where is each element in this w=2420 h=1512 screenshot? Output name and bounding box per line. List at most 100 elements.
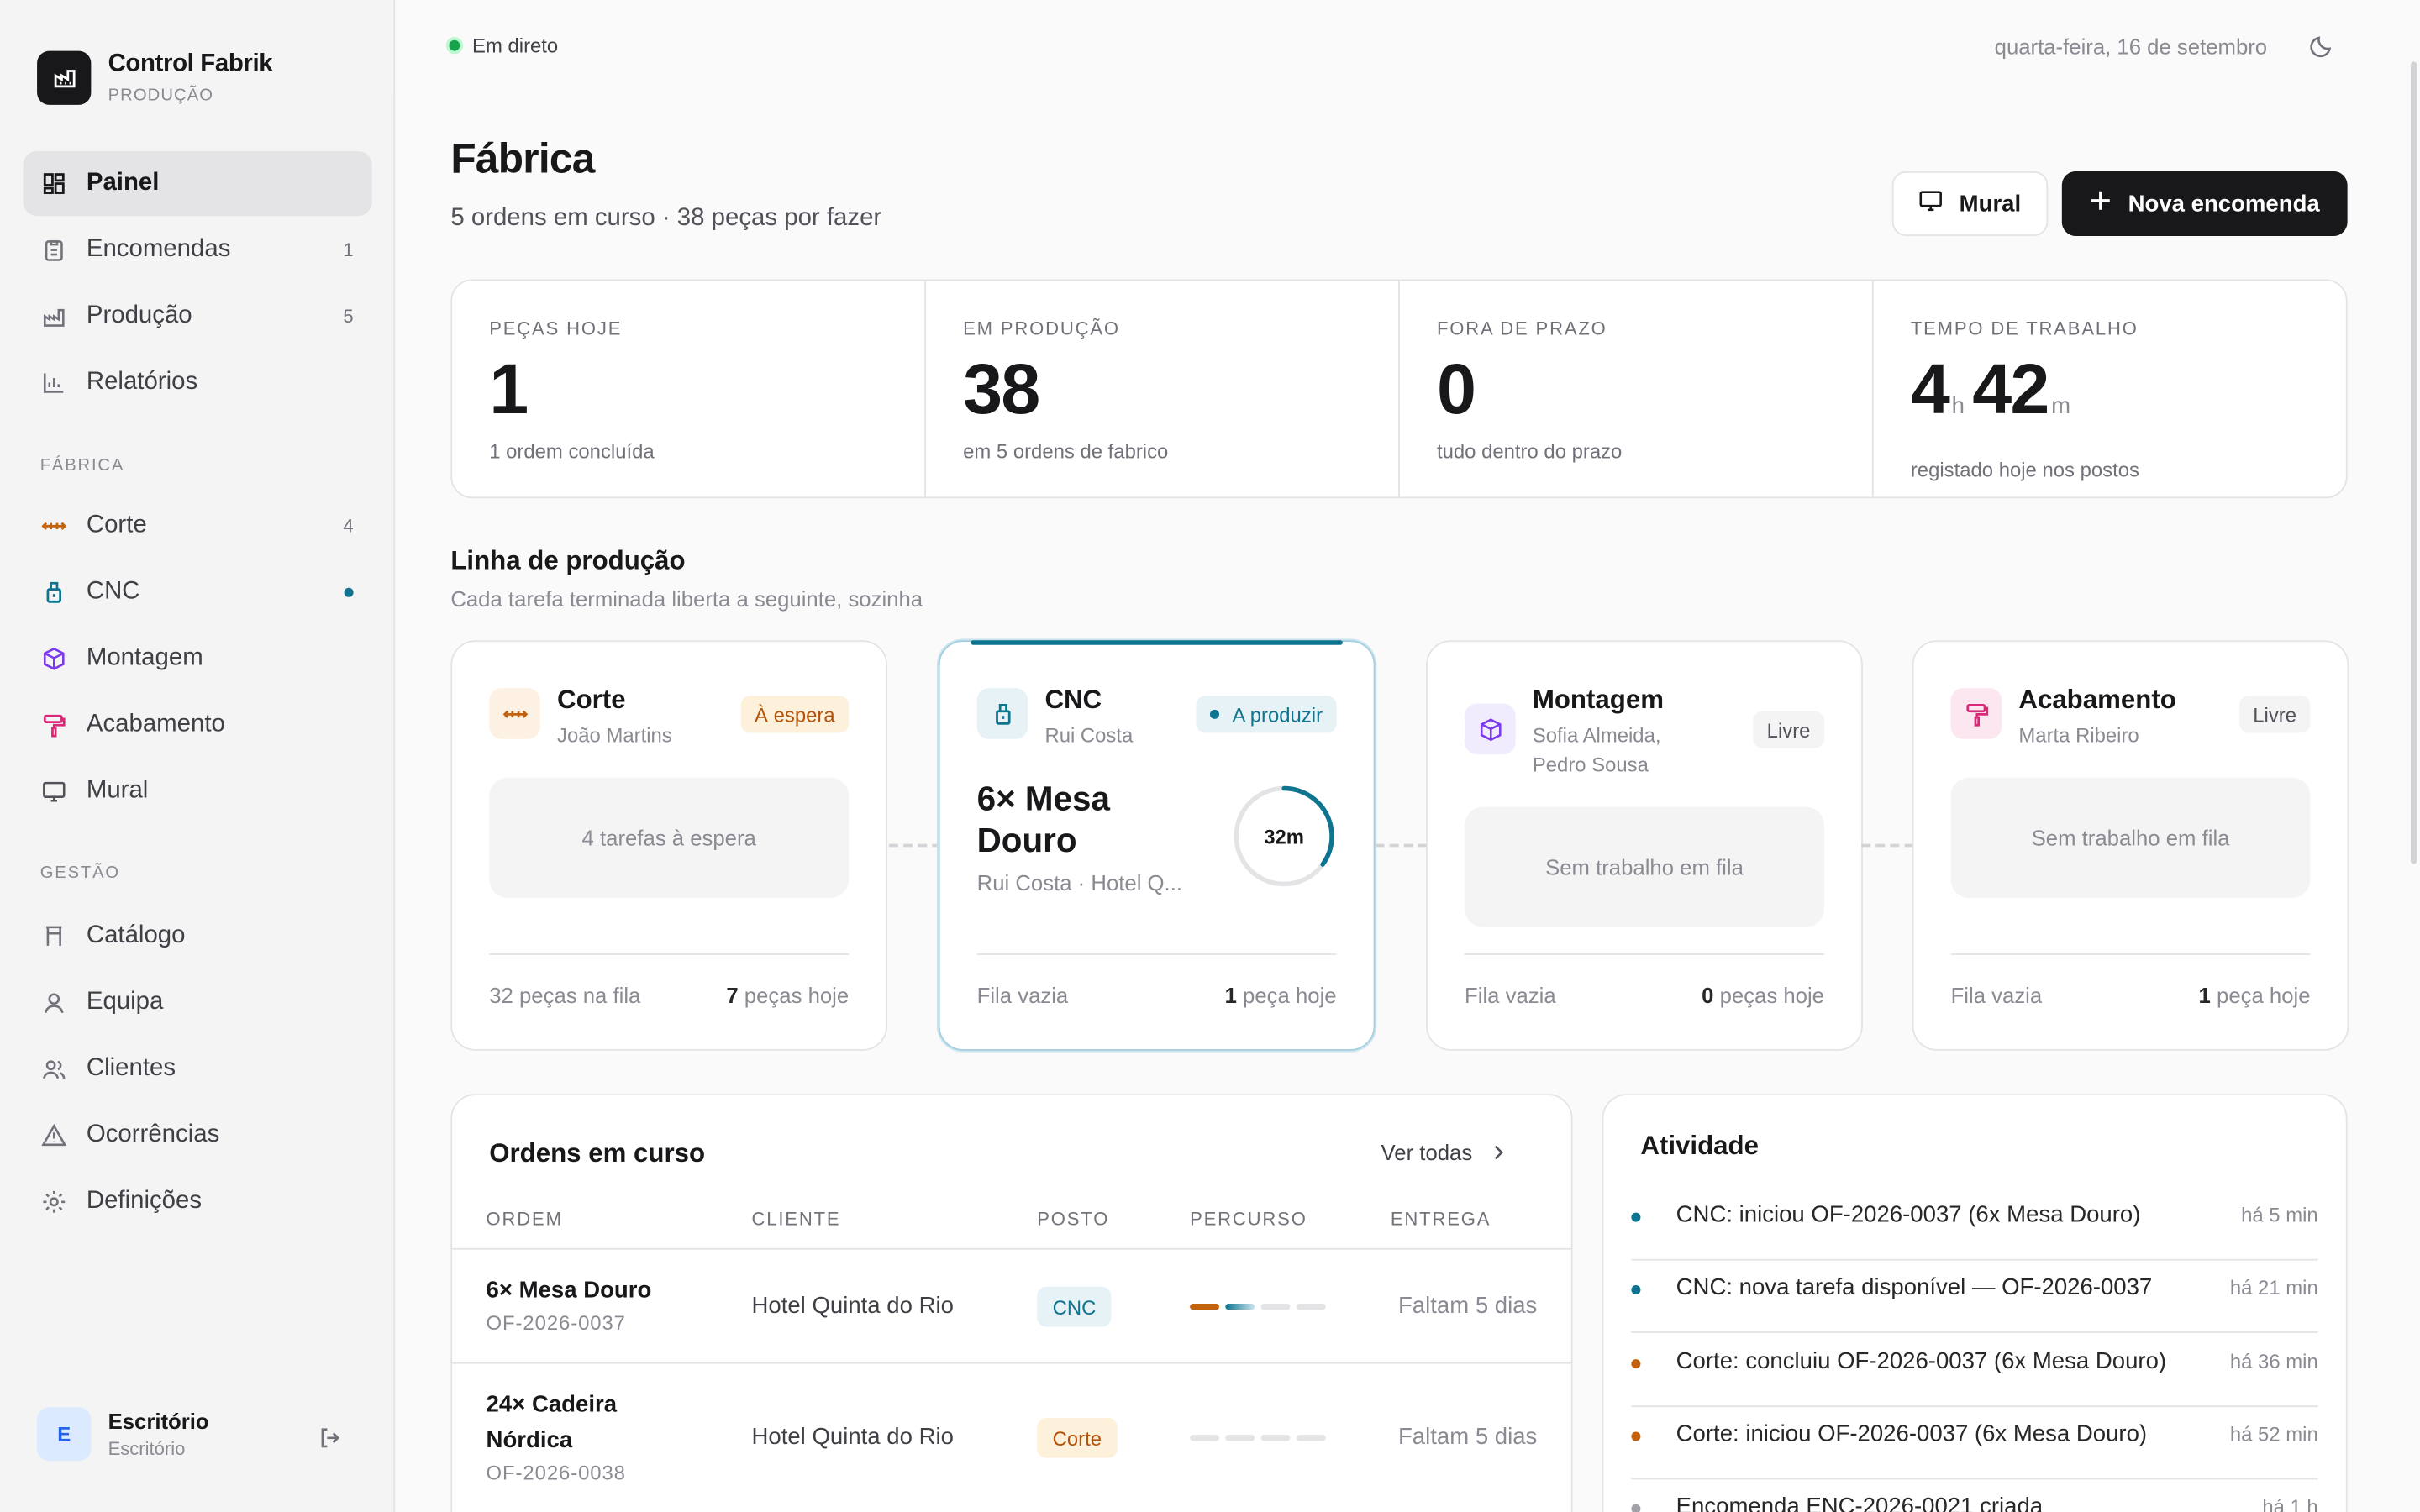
users-icon bbox=[42, 1057, 66, 1081]
pieces-today-label: peça hoje bbox=[1236, 982, 1337, 1008]
count-badge: 5 bbox=[343, 305, 354, 328]
activity-item[interactable]: CNC: nova tarefa disponível — OF-2026-00… bbox=[1631, 1261, 2318, 1333]
stat-value: 38 bbox=[963, 349, 1040, 429]
sidebar-item-label: Mural bbox=[86, 777, 149, 804]
route-step-pending bbox=[1190, 1435, 1219, 1441]
sidebar-item-montagem[interactable]: Montagem bbox=[24, 627, 372, 691]
current-date: quarta-feira, 16 de setembro bbox=[1994, 34, 2268, 59]
saw-icon bbox=[489, 688, 540, 739]
mural-button-label: Mural bbox=[1959, 190, 2022, 218]
sidebar-item-ocorrencias[interactable]: Ocorrências bbox=[24, 1103, 372, 1168]
activity-time: há 5 min bbox=[2241, 1203, 2318, 1227]
station-card-acabamento[interactable]: Acabamento Marta Ribeiro Livre Sem traba… bbox=[1912, 640, 2349, 1051]
sidebar-item-label: Acabamento bbox=[86, 711, 225, 738]
status-label: A produzir bbox=[1232, 702, 1323, 727]
sidebar: Control Fabrik PRODUÇÃO Painel Encomenda… bbox=[0, 0, 396, 1512]
sidebar-item-label: Clientes bbox=[86, 1055, 176, 1082]
sidebar-item-equipa[interactable]: Equipa bbox=[24, 970, 372, 1035]
activity-item[interactable]: Encomenda ENC-2026-0021 criada há 1 h bbox=[1631, 1479, 2318, 1512]
sidebar-item-label: Catálogo bbox=[86, 922, 186, 949]
sidebar-item-catalogo[interactable]: Catálogo bbox=[24, 904, 372, 969]
sidebar-item-clientes[interactable]: Clientes bbox=[24, 1037, 372, 1101]
bar-chart-icon bbox=[42, 370, 66, 395]
user-profile[interactable]: E Escritório Escritório bbox=[37, 1407, 361, 1462]
user-icon bbox=[42, 990, 66, 1015]
divider bbox=[976, 953, 1337, 955]
table-row[interactable]: 24× Cadeira Nórdica OF-2026-0038 Hotel Q… bbox=[452, 1364, 1571, 1512]
sidebar-item-definicoes[interactable]: Definições bbox=[24, 1169, 372, 1234]
box-icon bbox=[1465, 703, 1516, 755]
order-due: Faltam 5 dias bbox=[1397, 1293, 1538, 1320]
sidebar-item-relatorios[interactable]: Relatórios bbox=[24, 350, 372, 415]
mural-button[interactable]: Mural bbox=[1891, 171, 2049, 237]
active-indicator bbox=[971, 640, 1343, 645]
table-row[interactable]: 6× Mesa Douro OF-2026-0037 Hotel Quinta … bbox=[452, 1250, 1571, 1362]
stats-panel: PEÇAS HOJE 1 1 ordem concluída EM PRODUÇ… bbox=[450, 279, 2348, 499]
queue-placeholder: Sem trabalho em fila bbox=[1950, 777, 2311, 898]
station-card-cnc[interactable]: CNC Rui Costa A produzir 6× Mesa Douro R… bbox=[938, 640, 1376, 1051]
sidebar-item-painel[interactable]: Painel bbox=[23, 150, 372, 217]
station-card-corte[interactable]: Corte João Martins À espera 4 tarefas à … bbox=[450, 640, 888, 1051]
view-all-link[interactable]: Ver todas bbox=[1381, 1140, 1507, 1165]
sidebar-item-label: CNC bbox=[86, 578, 140, 605]
station-operator: Rui Costa bbox=[1044, 723, 1134, 747]
station-name: Corte bbox=[557, 685, 626, 715]
connector bbox=[1375, 843, 1428, 848]
active-dot bbox=[344, 587, 354, 597]
count-badge: 1 bbox=[343, 239, 354, 261]
fabrica-nav: Corte 4 CNC Montagem Acabamento Mural bbox=[24, 494, 372, 826]
pieces-today: 0 peças hoje bbox=[1702, 983, 1824, 1007]
status-badge: À espera bbox=[740, 696, 850, 733]
sidebar-item-encomendas[interactable]: Encomendas 1 bbox=[24, 218, 372, 282]
activity-item[interactable]: CNC: iniciou OF-2026-0037 (6x Mesa Douro… bbox=[1631, 1188, 2318, 1261]
station-name: Acabamento bbox=[2018, 685, 2176, 715]
route-step-done bbox=[1190, 1304, 1219, 1310]
queue-placeholder: 4 tarefas à espera bbox=[489, 777, 850, 898]
activity-item[interactable]: Corte: concluiu OF-2026-0037 (6x Mesa Do… bbox=[1631, 1335, 2318, 1408]
hours-unit: h bbox=[1951, 393, 1965, 420]
timer-label: 32m bbox=[1264, 827, 1304, 849]
main-content: Em direto quarta-feira, 16 de setembro F… bbox=[395, 0, 2420, 1512]
activity-text: Corte: iniciou OF-2026-0037 (6x Mesa Dou… bbox=[1676, 1420, 2148, 1447]
dashboard-icon bbox=[42, 171, 66, 196]
sidebar-item-acabamento[interactable]: Acabamento bbox=[24, 693, 372, 758]
order-due: Faltam 5 dias bbox=[1397, 1424, 1538, 1451]
route-progress bbox=[1190, 1435, 1326, 1441]
queue-info: Fila vazia bbox=[1950, 982, 2043, 1008]
stat-note: tudo dentro do prazo bbox=[1436, 439, 1623, 464]
warning-icon bbox=[41, 1123, 66, 1147]
sidebar-item-label: Encomendas bbox=[86, 236, 231, 263]
sidebar-item-label: Painel bbox=[86, 170, 160, 197]
activity-time: há 1 h bbox=[2262, 1494, 2318, 1512]
activity-item[interactable]: Corte: iniciou OF-2026-0037 (6x Mesa Dou… bbox=[1631, 1407, 2318, 1480]
status-badge: A produzir bbox=[1197, 696, 1337, 733]
minutes-unit: m bbox=[2051, 393, 2070, 420]
station-name: Montagem bbox=[1532, 685, 1664, 715]
activity-text: CNC: iniciou OF-2026-0037 (6x Mesa Douro… bbox=[1676, 1201, 2141, 1229]
column-header-cliente: CLIENTE bbox=[751, 1208, 841, 1230]
route-progress bbox=[1190, 1304, 1326, 1310]
divider bbox=[489, 953, 850, 955]
logout-icon[interactable] bbox=[318, 1425, 342, 1458]
route-step-pending bbox=[1260, 1435, 1291, 1441]
sidebar-item-corte[interactable]: Corte 4 bbox=[24, 494, 372, 559]
post-badge: Corte bbox=[1037, 1417, 1118, 1458]
activity-title: Atividade bbox=[1640, 1131, 1759, 1161]
pieces-today: 1 peça hoje bbox=[1225, 983, 1337, 1007]
sidebar-item-label: Montagem bbox=[86, 644, 203, 671]
moon-icon[interactable] bbox=[2309, 34, 2333, 66]
section-label-fabrica: FÁBRICA bbox=[39, 456, 125, 475]
new-order-label: Nova encomenda bbox=[2128, 190, 2320, 218]
scrollbar[interactable] bbox=[2402, 0, 2420, 1512]
station-card-montagem[interactable]: Montagem Sofia Almeida, Pedro Sousa Livr… bbox=[1426, 640, 1863, 1051]
new-order-button[interactable]: Nova encomenda bbox=[2061, 171, 2348, 237]
avatar: E bbox=[37, 1407, 92, 1462]
sidebar-item-producao[interactable]: Produção 5 bbox=[24, 284, 372, 349]
sidebar-item-cnc[interactable]: CNC bbox=[24, 560, 372, 625]
sidebar-item-label: Relatórios bbox=[86, 368, 198, 396]
main-nav: Painel Encomendas 1 Produção 5 Relatório… bbox=[23, 150, 372, 417]
sidebar-item-mural[interactable]: Mural bbox=[24, 759, 372, 824]
activity-text: Encomenda ENC-2026-0021 criada bbox=[1676, 1493, 2044, 1512]
factory-icon bbox=[42, 304, 66, 328]
brand[interactable]: Control Fabrik PRODUÇÃO bbox=[0, 0, 393, 118]
